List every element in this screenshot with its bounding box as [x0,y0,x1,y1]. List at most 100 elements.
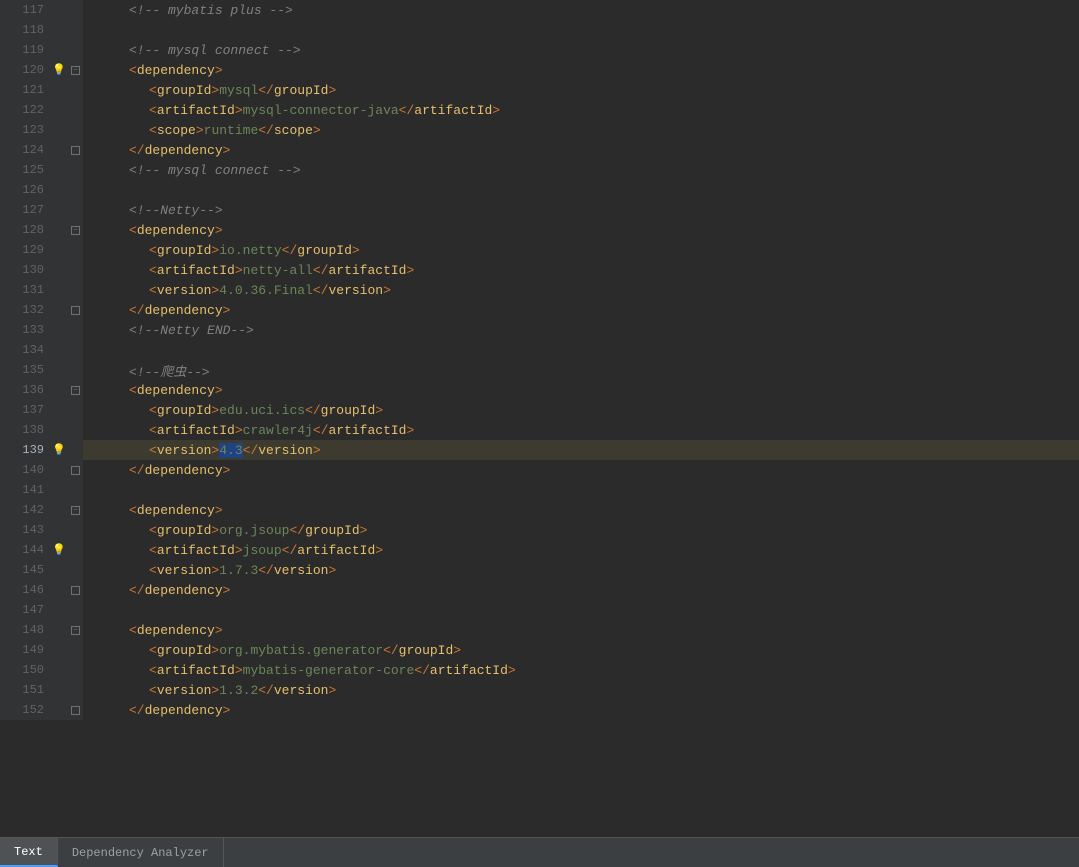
hint-column [52,120,68,140]
fold-button[interactable]: − [71,66,80,75]
fold-column [68,80,83,100]
code-line: 130<artifactId>netty-all</artifactId> [0,260,1079,280]
fold-button[interactable] [71,586,80,595]
fold-column: − [68,220,83,240]
code-line: 139💡 <version>4.3</version> [0,440,1079,460]
fold-column: − [68,380,83,400]
fold-column [68,320,83,340]
line-number: 142 [0,500,52,520]
fold-button[interactable] [71,466,80,475]
line-number: 135 [0,360,52,380]
editor-container: 117<!-- mybatis plus -->118119<!-- mysql… [0,0,1079,867]
fold-column [68,480,83,500]
line-content: <artifactId>netty-all</artifactId> [83,260,1079,280]
hint-column [52,0,68,20]
code-line: 144💡<artifactId>jsoup</artifactId> [0,540,1079,560]
hint-column [52,520,68,540]
line-content: </dependency> [83,700,1079,720]
hint-column [52,280,68,300]
line-content: </dependency> [83,460,1079,480]
code-line: 120💡−<dependency> [0,60,1079,80]
line-content: <artifactId>mysql-connector-java</artifa… [83,100,1079,120]
line-number: 138 [0,420,52,440]
fold-column [68,640,83,660]
line-number: 139 [0,440,52,460]
fold-column [68,300,83,320]
line-number: 124 [0,140,52,160]
line-content: <groupId>org.mybatis.generator</groupId> [83,640,1079,660]
hint-column [52,620,68,640]
line-content: <dependency> [83,380,1079,400]
hint-column [52,20,68,40]
line-content: <!--爬虫--> [83,360,1079,380]
line-number: 140 [0,460,52,480]
code-line: 151<version>1.3.2</version> [0,680,1079,700]
line-content: <version>4.3</version> [83,440,1079,460]
hint-icon[interactable]: 💡 [52,443,66,457]
hint-column [52,180,68,200]
line-number: 132 [0,300,52,320]
fold-column [68,420,83,440]
hint-column [52,560,68,580]
line-number: 147 [0,600,52,620]
code-line: 131<version>4.0.36.Final</version> [0,280,1079,300]
line-number: 120 [0,60,52,80]
fold-column [68,240,83,260]
fold-column: − [68,620,83,640]
hint-column: 💡 [52,60,68,80]
fold-column [68,180,83,200]
line-content: <version>1.3.2</version> [83,680,1079,700]
fold-button[interactable]: − [71,226,80,235]
line-number: 123 [0,120,52,140]
tab-text[interactable]: Text [0,838,58,867]
hint-column [52,240,68,260]
hint-column [52,660,68,680]
fold-button[interactable]: − [71,626,80,635]
line-number: 125 [0,160,52,180]
hint-column [52,220,68,240]
fold-button[interactable]: − [71,386,80,395]
fold-column [68,140,83,160]
line-number: 136 [0,380,52,400]
fold-button[interactable] [71,146,80,155]
fold-button[interactable] [71,306,80,315]
line-content: <!-- mysql connect --> [83,40,1079,60]
code-line: 150<artifactId>mybatis-generator-core</a… [0,660,1079,680]
hint-column [52,400,68,420]
line-number: 128 [0,220,52,240]
line-number: 119 [0,40,52,60]
line-content [83,600,1079,620]
line-content: <!--Netty END--> [83,320,1079,340]
code-line: 126 [0,180,1079,200]
fold-button[interactable]: − [71,506,80,515]
hint-icon[interactable]: 💡 [52,63,66,77]
code-line: 149<groupId>org.mybatis.generator</group… [0,640,1079,660]
hint-column [52,700,68,720]
line-number: 148 [0,620,52,640]
fold-column [68,600,83,620]
line-content: <version>1.7.3</version> [83,560,1079,580]
code-line: 133<!--Netty END--> [0,320,1079,340]
line-content: <dependency> [83,500,1079,520]
code-line: 141 [0,480,1079,500]
hint-column [52,100,68,120]
code-line: 127<!--Netty--> [0,200,1079,220]
line-number: 144 [0,540,52,560]
code-line: 142 −<dependency> [0,500,1079,520]
tab-dependency-analyzer[interactable]: Dependency Analyzer [58,838,224,867]
line-content: <!-- mybatis plus --> [83,0,1079,20]
fold-column: − [68,60,83,80]
line-content: <dependency> [83,220,1079,240]
fold-column [68,400,83,420]
hint-column [52,500,68,520]
code-line: 119 <!-- mysql connect --> [0,40,1079,60]
fold-button[interactable] [71,706,80,715]
code-line: 147 [0,600,1079,620]
hint-column [52,200,68,220]
line-content [83,480,1079,500]
code-line: 129<groupId>io.netty</groupId> [0,240,1079,260]
line-number: 121 [0,80,52,100]
line-content: <artifactId>crawler4j</artifactId> [83,420,1079,440]
hint-icon[interactable]: 💡 [52,543,66,557]
line-number: 145 [0,560,52,580]
